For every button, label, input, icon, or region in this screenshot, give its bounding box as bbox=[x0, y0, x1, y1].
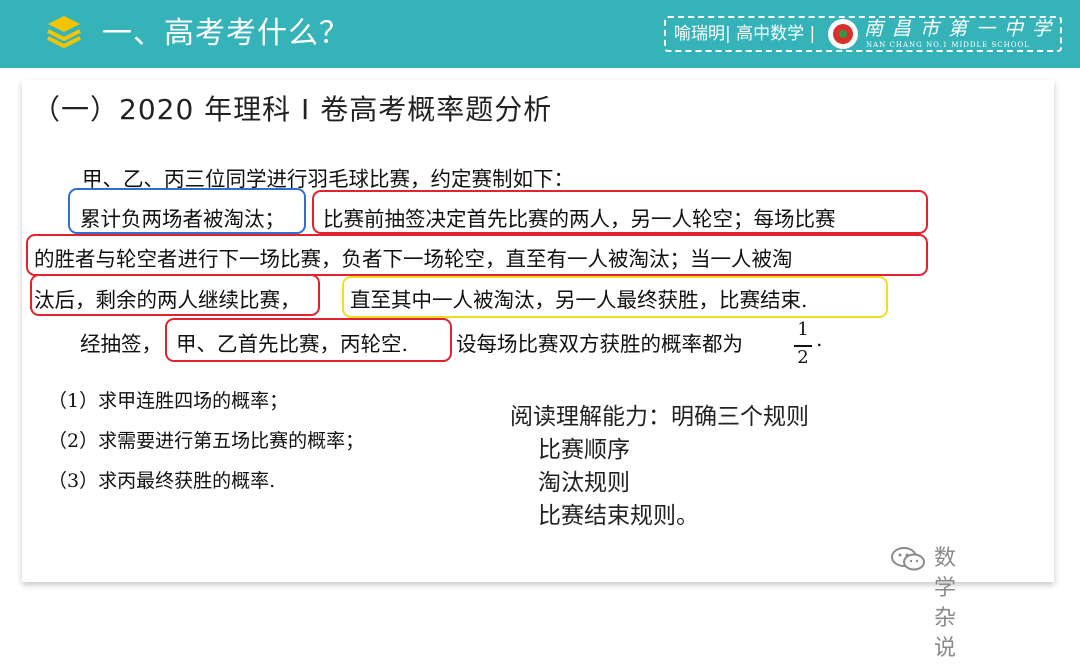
school-logo-icon bbox=[828, 19, 858, 49]
highlight-box-red-4 bbox=[165, 318, 452, 362]
header-bar: 一、高考考什么？ 喻瑞明| 高中数学 | 南昌市第一中学 NAN CHANG N… bbox=[0, 0, 1080, 68]
highlight-box-red-2 bbox=[26, 234, 928, 276]
page-title: 一、高考考什么？ bbox=[102, 16, 350, 51]
analysis-item-order: 比赛顺序 bbox=[538, 437, 630, 463]
fraction-numerator: 1 bbox=[797, 319, 809, 340]
problem-line-5a: 经抽签， bbox=[80, 332, 162, 356]
highlight-box-yellow bbox=[342, 276, 888, 318]
question-2: （2）求需要进行第五场比赛的概率； bbox=[48, 430, 365, 452]
analysis-item-elimination: 淘汰规则 bbox=[538, 470, 630, 496]
highlight-box-red-1 bbox=[312, 190, 928, 234]
fraction-denominator: 2 bbox=[797, 347, 809, 368]
section-title: （一）2020 年理科 I 卷高考概率题分析 bbox=[32, 93, 553, 126]
stack-layers-icon bbox=[47, 16, 81, 48]
problem-line-5c: 设每场比赛双方获胜的概率都为 bbox=[456, 332, 743, 356]
school-name: 南昌市第一中学 bbox=[864, 18, 1061, 40]
problem-line-5-end: . bbox=[816, 327, 823, 351]
analysis-heading: 阅读理解能力：明确三个规则 bbox=[510, 404, 809, 430]
wechat-icon bbox=[891, 547, 925, 571]
analysis-item-end: 比赛结束规则。 bbox=[538, 503, 699, 529]
highlight-box-blue bbox=[68, 188, 306, 234]
teacher-credit: 喻瑞明| 高中数学 | bbox=[674, 24, 816, 44]
watermark-text: 数学杂说 bbox=[934, 546, 957, 661]
school-credit-box: 喻瑞明| 高中数学 | 南昌市第一中学 NAN CHANG NO.1 MIDDL… bbox=[664, 16, 1062, 52]
question-3: （3）求丙最终获胜的概率. bbox=[48, 470, 276, 492]
question-1: （1）求甲连胜四场的概率； bbox=[48, 390, 289, 412]
highlight-box-red-3 bbox=[30, 274, 320, 316]
school-name-en: NAN CHANG NO.1 MIDDLE SCHOOL bbox=[866, 41, 1030, 49]
